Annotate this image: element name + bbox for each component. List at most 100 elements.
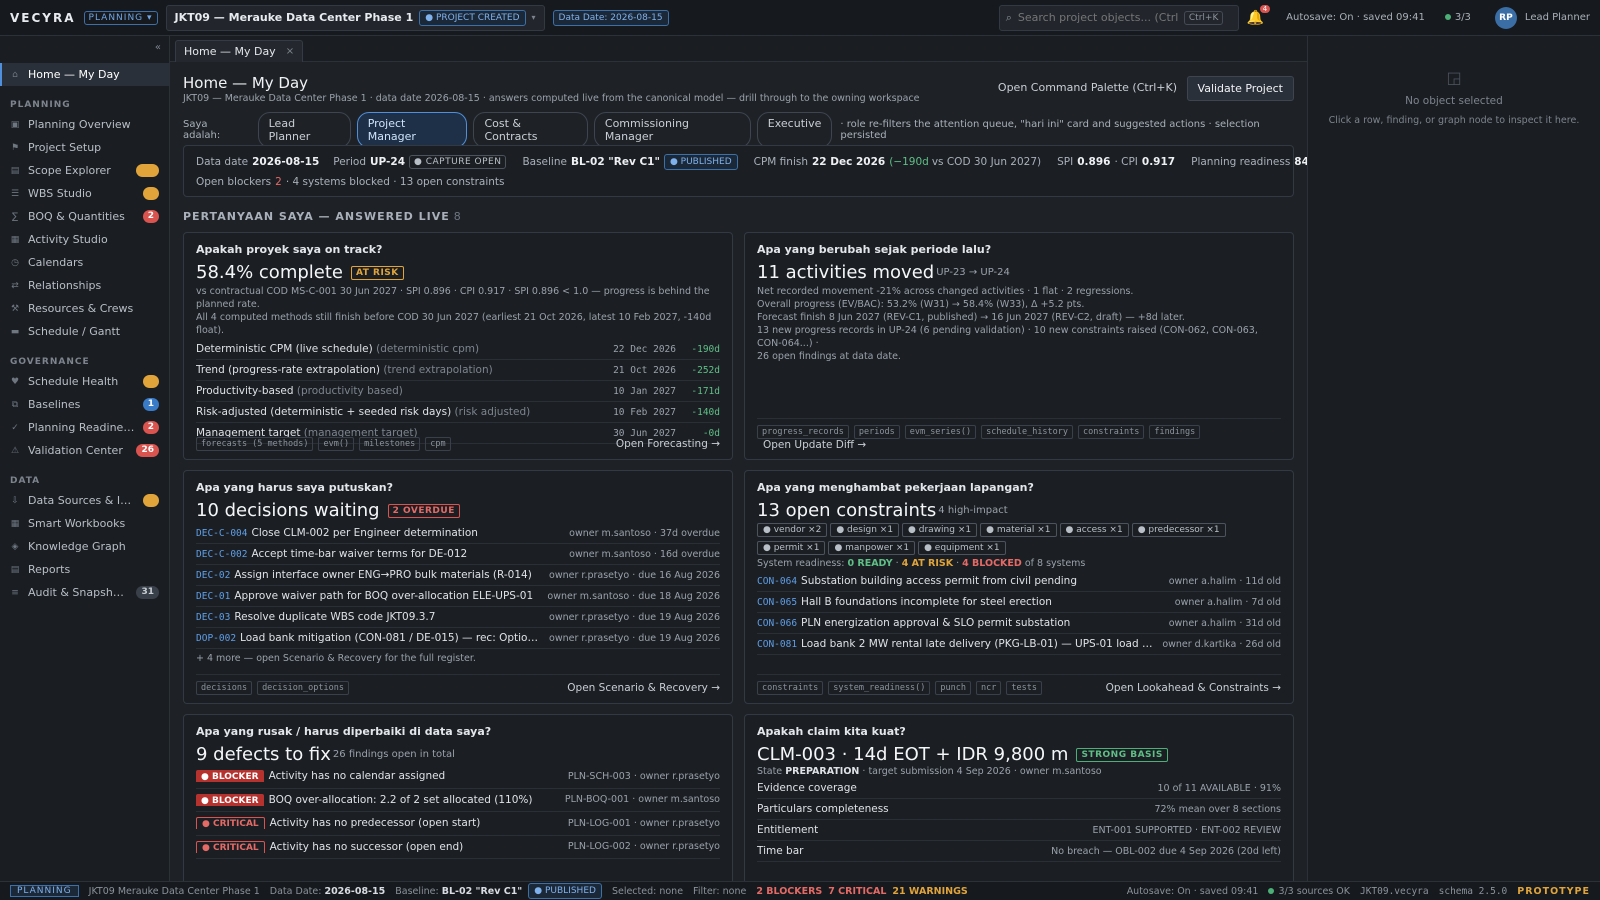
command-palette-button[interactable]: Open Command Palette (Ctrl+K) [998, 81, 1177, 94]
bell-icon[interactable]: 🔔 4 [1247, 4, 1271, 26]
source-tag[interactable]: tests [1006, 681, 1042, 695]
project-switcher[interactable]: JKT09 — Merauke Data Center Phase 1 ● PR… [165, 4, 545, 31]
claim-metric-row[interactable]: Evidence coverage 10 of 11 AVAILABLE · 91… [757, 778, 1281, 799]
constraint-chip[interactable]: ● equipment ×1 [918, 541, 1006, 555]
source-tag[interactable]: decision_options [257, 681, 349, 695]
card-constraints[interactable]: Apa yang menghambat pekerjaan lapangan? … [744, 470, 1294, 704]
sidebar-item-home[interactable]: ⌂ Home — My Day [0, 63, 169, 86]
decision-id-link[interactable]: DEC-01 [196, 591, 230, 602]
decision-row[interactable]: DEC-01 Approve waiver path for BOQ over-a… [196, 586, 720, 607]
user-role[interactable]: Lead Planner [1525, 12, 1590, 23]
source-tag[interactable]: evm() [318, 437, 355, 451]
card-decisions[interactable]: Apa yang harus saya putuskan? 10 decisio… [183, 470, 733, 704]
card-changes[interactable]: Apa yang berubah sejak periode lalu? 11 … [744, 232, 1294, 460]
status-warnings[interactable]: 21 WARNINGS [892, 886, 967, 897]
decision-row[interactable]: DEC-02 Assign interface owner ENG→PRO bul… [196, 565, 720, 586]
source-tag[interactable]: decisions [196, 681, 253, 695]
decision-id-link[interactable]: DOP-002 [196, 633, 236, 644]
sidebar-item[interactable]: ∑ BOQ & Quantities 2 [0, 205, 169, 228]
avatar[interactable]: RP [1494, 6, 1517, 29]
sidebar-item[interactable]: ▦ Activity Studio [0, 228, 169, 251]
search-box[interactable]: ⌕ Ctrl+K [998, 4, 1239, 31]
defect-row[interactable]: ● BLOCKER BOQ over-allocation: 2.2 of 2 s… [196, 789, 720, 812]
sidebar-item[interactable]: ▣ Planning Overview [0, 113, 169, 136]
forecast-row[interactable]: Deterministic CPM (live schedule) (deter… [196, 339, 720, 360]
status-blockers[interactable]: 2 BLOCKERS [756, 886, 822, 897]
open-scenario-link[interactable]: Open Scenario & Recovery → [567, 682, 720, 694]
decision-id-link[interactable]: DEC-C-004 [196, 528, 247, 539]
decision-row[interactable]: DOP-002 Load bank mitigation (CON-081 / D… [196, 628, 720, 649]
constraint-chip[interactable]: ● material ×1 [980, 523, 1057, 537]
constraint-row[interactable]: CON-064 Substation building access permit… [757, 571, 1281, 592]
constraint-id-link[interactable]: CON-066 [757, 618, 797, 629]
persona-option[interactable]: Executive [756, 112, 833, 148]
sidebar-item[interactable]: ▤ Scope Explorer 15 [0, 159, 169, 182]
card-defects[interactable]: Apa yang rusak / harus diperbaiki di dat… [183, 714, 733, 881]
decision-id-link[interactable]: DEC-03 [196, 612, 230, 623]
constraint-row[interactable]: CON-066 PLN energization approval & SLO p… [757, 613, 1281, 634]
defect-row[interactable]: ● BLOCKER Activity has no calendar assign… [196, 765, 720, 789]
constraint-chip[interactable]: ● vendor ×2 [757, 523, 828, 537]
source-tag[interactable]: forecasts (5 methods) [196, 437, 314, 451]
persona-option[interactable]: Lead Planner [257, 112, 351, 148]
open-forecasting-link[interactable]: Open Forecasting → [616, 438, 720, 450]
source-tag[interactable]: constraints [1078, 425, 1145, 439]
sidebar-item[interactable]: ⚒ Resources & Crews [0, 297, 169, 320]
claim-metric-row[interactable]: Time bar No breach — OBL-002 due 4 Sep 20… [757, 841, 1281, 862]
source-tag[interactable]: ncr [976, 681, 1002, 695]
sources-status[interactable]: 3/3 [1444, 12, 1471, 23]
decision-row[interactable]: DEC-C-004 Close CLM-002 per Engineer dete… [196, 523, 720, 544]
collapse-icon[interactable]: « [155, 42, 161, 53]
forecast-row[interactable]: Trend (progress-rate extrapolation) (tre… [196, 360, 720, 381]
sidebar-item[interactable]: ☰ WBS Studio 2 [0, 182, 169, 205]
card-claim[interactable]: Apakah claim kita kuat? CLM-003 · 14d EO… [744, 714, 1294, 881]
decision-id-link[interactable]: DEC-C-002 [196, 549, 247, 560]
open-lookahead-link[interactable]: Open Lookahead & Constraints → [1106, 682, 1281, 694]
sidebar-item[interactable]: ▤ Reports [0, 558, 169, 581]
decision-id-link[interactable]: DEC-02 [196, 570, 230, 581]
sidebar-item[interactable]: ✓ Planning Readiness 2 [0, 416, 169, 439]
sidebar-item[interactable]: ⇩ Data Sources & Imp... 1 [0, 489, 169, 512]
constraint-chip[interactable]: ● manpower ×1 [828, 541, 916, 555]
constraint-id-link[interactable]: CON-081 [757, 639, 797, 650]
forecast-row[interactable]: Productivity-based (productivity based) 1… [196, 381, 720, 402]
card-on-track[interactable]: Apakah proyek saya on track? 58.4% compl… [183, 232, 733, 460]
source-tag[interactable]: milestones [359, 437, 421, 451]
source-tag[interactable]: evm_series() [904, 425, 977, 439]
defect-row[interactable]: ● CRITICAL Activity has no successor (ope… [196, 836, 720, 859]
baseline-value[interactable]: BL-02 "Rev C1" [571, 156, 660, 168]
sidebar-item[interactable]: ◈ Knowledge Graph [0, 535, 169, 558]
persona-option[interactable]: Project Manager [356, 112, 468, 148]
blockers-count[interactable]: 2 [275, 176, 282, 188]
persona-option[interactable]: Commissioning Manager [593, 112, 751, 148]
search-input[interactable] [1017, 11, 1178, 24]
constraint-chip[interactable]: ● access ×1 [1059, 523, 1129, 537]
sidebar-item[interactable]: ⚑ Project Setup [0, 136, 169, 159]
sidebar-item[interactable]: ⇄ Relationships [0, 274, 169, 297]
mode-switch[interactable]: PLANNING ▾ [83, 10, 158, 25]
open-update-diff-link[interactable]: Open Update Diff → [763, 439, 866, 451]
persona-option[interactable]: Cost & Contracts [473, 112, 588, 148]
source-tag[interactable]: periods [853, 425, 900, 439]
constraint-id-link[interactable]: CON-064 [757, 576, 797, 587]
constraint-row[interactable]: CON-081 Load bank 2 MW rental late delive… [757, 634, 1281, 655]
source-tag[interactable]: constraints [757, 681, 824, 695]
sidebar-item[interactable]: ◷ Calendars [0, 251, 169, 274]
constraint-chip[interactable]: ● design ×1 [830, 523, 900, 537]
claim-metric-row[interactable]: Particulars completeness 72% mean over 8 … [757, 799, 1281, 820]
close-icon[interactable]: × [286, 46, 294, 57]
decision-row[interactable]: DEC-C-002 Accept time-bar waiver terms fo… [196, 544, 720, 565]
source-tag[interactable]: punch [935, 681, 972, 695]
source-tag[interactable]: cpm [425, 437, 451, 451]
source-tag[interactable]: system_readiness() [828, 681, 931, 695]
data-date-badge[interactable]: Data Date: 2026-08-15 [552, 9, 669, 26]
defect-row[interactable]: ● CRITICAL Activity has no predecessor (o… [196, 812, 720, 836]
constraint-chip[interactable]: ● permit ×1 [757, 541, 826, 555]
decision-row[interactable]: DEC-03 Resolve duplicate WBS code JKT09.3… [196, 607, 720, 628]
claim-metric-row[interactable]: Entitlement ENT-001 SUPPORTED · ENT-002 R… [757, 820, 1281, 841]
status-critical[interactable]: 7 CRITICAL [828, 886, 886, 897]
source-tag[interactable]: progress_records [757, 425, 849, 439]
source-tag[interactable]: findings [1149, 425, 1201, 439]
sidebar-item[interactable]: ♥ Schedule Health 9 [0, 370, 169, 393]
source-tag[interactable]: schedule_history [981, 425, 1074, 439]
